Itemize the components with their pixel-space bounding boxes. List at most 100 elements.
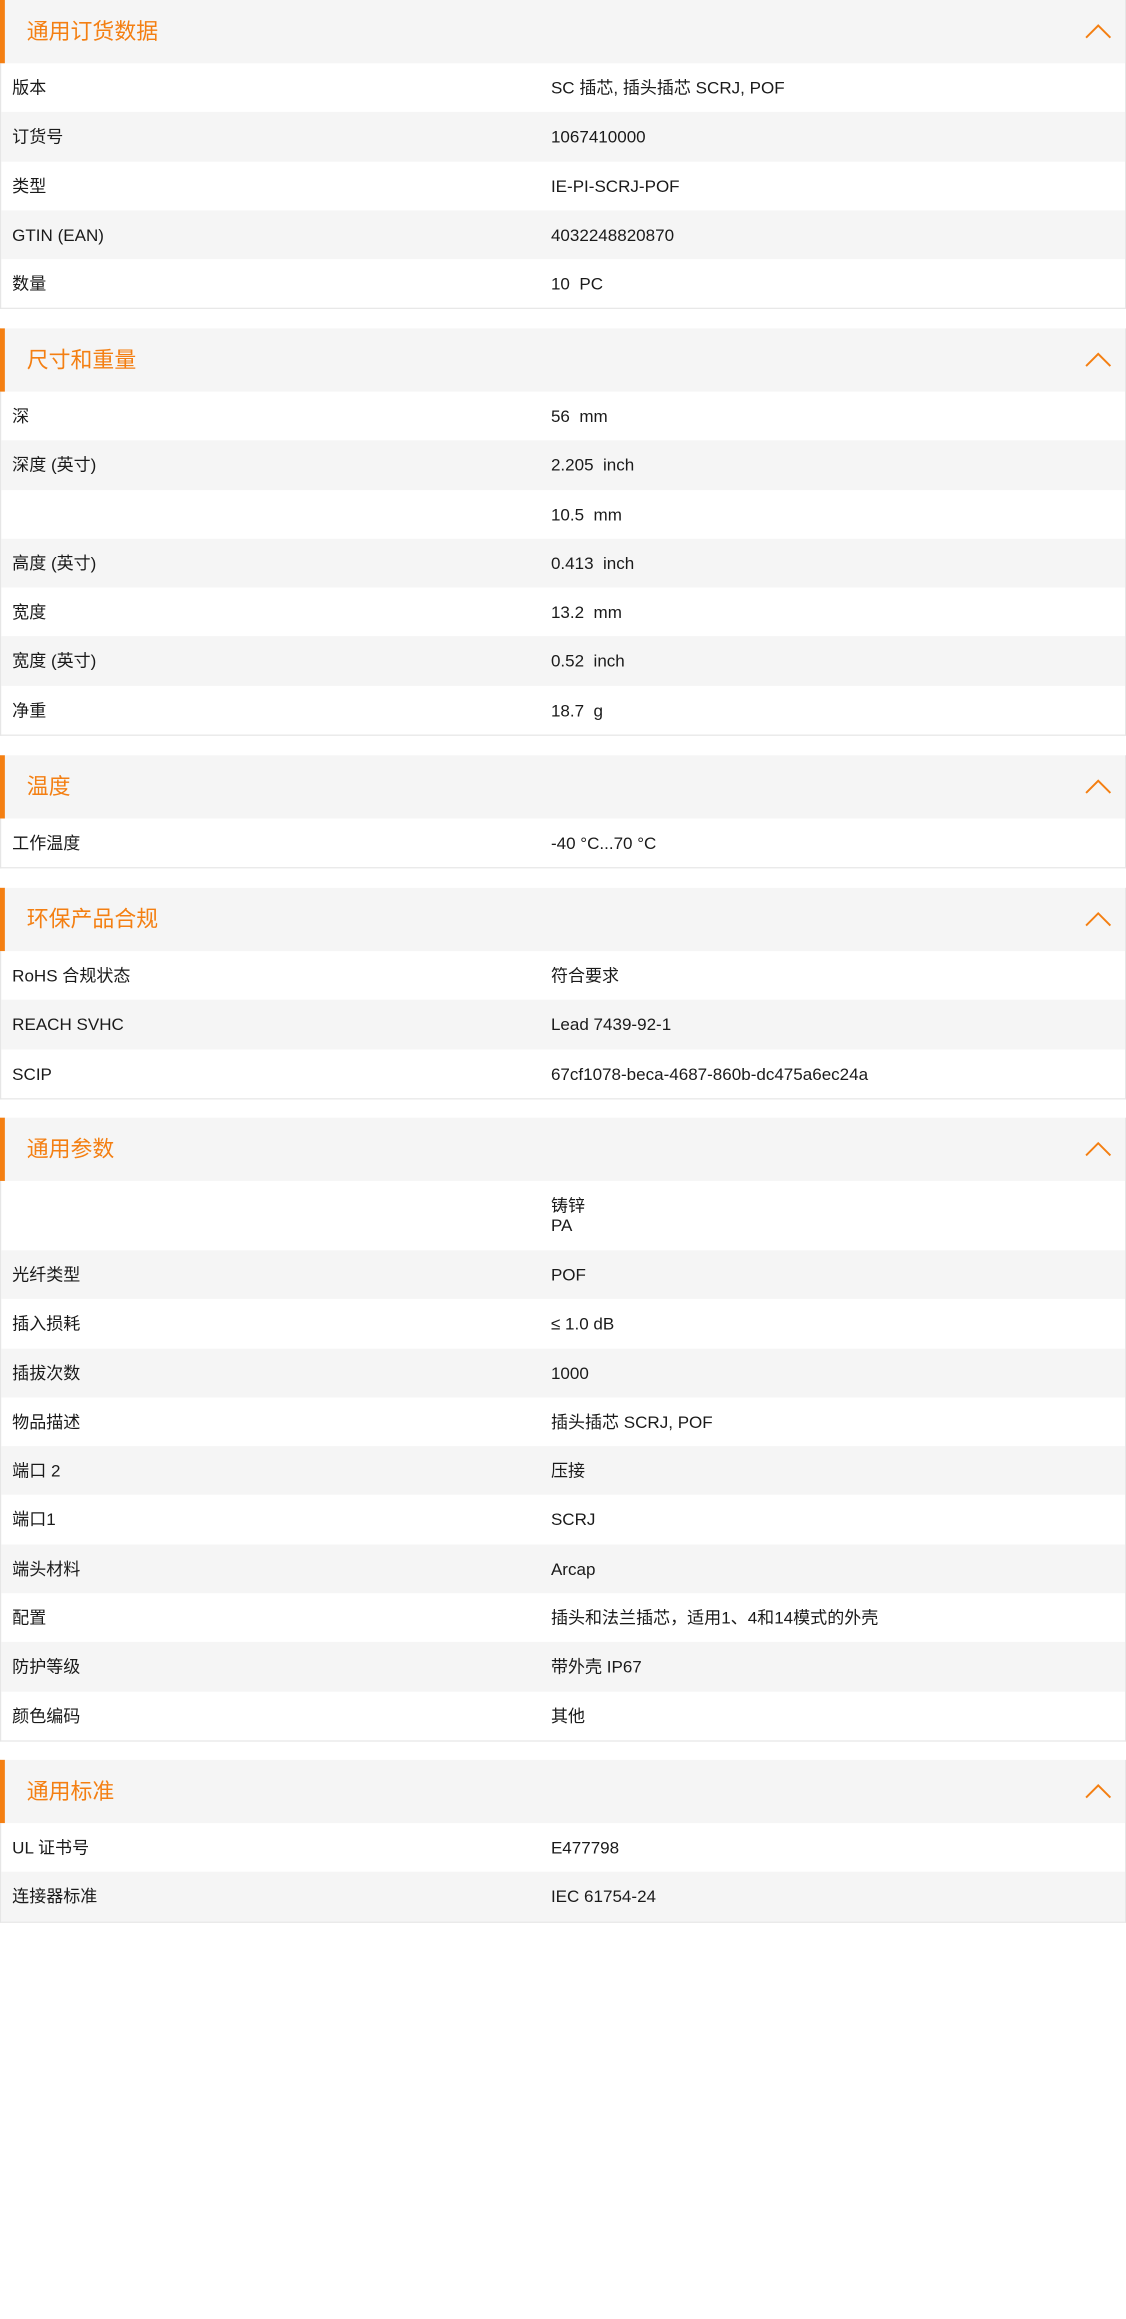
row-value: 铸锌 PA <box>550 1195 585 1235</box>
row-value: 1067410000 <box>550 126 646 147</box>
row-value: IE-PI-SCRJ-POF <box>550 175 680 196</box>
section-title: 尺寸和重量 <box>26 347 137 373</box>
section-temperature: 温度 工作温度 -40 °C...70 °C <box>0 755 1126 869</box>
spec-row: 插入损耗 ≤ 1.0 dB <box>1 1299 1125 1348</box>
spec-row: 连接器标准 IEC 61754-24 <box>1 1872 1125 1922</box>
row-label: 配置 <box>12 1607 47 1628</box>
row-label: 数量 <box>12 273 47 294</box>
chevron-up-icon[interactable] <box>1084 17 1113 46</box>
spec-row: 配置 插头和法兰插芯，适用1、4和14模式的外壳 <box>1 1593 1125 1642</box>
row-label: SCIP <box>12 1063 52 1084</box>
spec-row: 净重 18.7 g <box>1 686 1125 735</box>
row-value: 18.7 g <box>550 700 604 720</box>
spec-row: 物品描述 插头插芯 SCRJ, POF <box>1 1397 1125 1446</box>
row-label: 连接器标准 <box>12 1886 98 1907</box>
spec-row: 颜色编码 其他 <box>1 1691 1125 1740</box>
spec-row: 10.5 mm <box>1 490 1125 539</box>
row-label: 宽度 (英寸) <box>12 651 97 671</box>
row-value: 其他 <box>550 1705 585 1726</box>
row-label: 净重 <box>12 700 47 720</box>
spec-row: 订货号 1067410000 <box>1 112 1125 162</box>
row-label: REACH SVHC <box>12 1014 124 1035</box>
row-value: 2.205 inch <box>550 455 635 475</box>
spec-row: 数量 10 PC <box>1 259 1125 308</box>
row-value: 0.413 inch <box>550 553 635 573</box>
spec-row: REACH SVHC Lead 7439-92-1 <box>1 1000 1125 1050</box>
row-label: 深 <box>12 406 30 426</box>
row-value: 67cf1078-beca-4687-860b-dc475a6ec24a <box>550 1063 869 1084</box>
chevron-up-icon[interactable] <box>1084 905 1113 934</box>
row-label: 插入损耗 <box>12 1313 81 1334</box>
section-general-parameters: 通用参数 铸锌 PA 光纤类型 POF 插入损耗 ≤ 1.0 dB 插拔次数 1000… <box>0 1117 1126 1742</box>
spec-row: GTIN (EAN) 4032248820870 <box>1 210 1125 260</box>
row-label: RoHS 合规状态 <box>12 965 131 986</box>
spec-row: SCIP 67cf1078-beca-4687-860b-dc475a6ec24a <box>1 1049 1125 1098</box>
row-label: 类型 <box>12 175 47 196</box>
spec-row: 高度 (英寸) 0.413 inch <box>1 538 1125 588</box>
row-value: 带外壳 IP67 <box>550 1656 642 1677</box>
spec-row: 防护等级 带外壳 IP67 <box>1 1642 1125 1692</box>
row-value: 10.5 mm <box>550 504 622 524</box>
row-label: 版本 <box>12 77 47 98</box>
row-label: 深度 (英寸) <box>12 455 97 475</box>
row-value: POF <box>550 1264 586 1285</box>
row-label: 防护等级 <box>12 1656 81 1677</box>
section-environmental-compliance: 环保产品合规 RoHS 合规状态 符合要求 REACH SVHC Lead 7439… <box>0 887 1126 1100</box>
spec-row: 端口 2 压接 <box>1 1446 1125 1496</box>
spec-row: 深度 (英寸) 2.205 inch <box>1 440 1125 490</box>
spec-row: 插拔次数 1000 <box>1 1348 1125 1398</box>
chevron-up-icon[interactable] <box>1084 772 1113 801</box>
spec-row: 宽度 (英寸) 0.52 inch <box>1 636 1125 686</box>
row-value: 4032248820870 <box>550 224 675 245</box>
row-label: GTIN (EAN) <box>12 224 104 245</box>
section-general-standards: 通用标准 UL 证书号 E477798 连接器标准 IEC 61754-24 <box>0 1759 1126 1923</box>
row-label: 光纤类型 <box>12 1264 81 1285</box>
spec-row: UL 证书号 E477798 <box>1 1823 1125 1872</box>
row-label: 高度 (英寸) <box>12 553 97 573</box>
row-label: 宽度 <box>12 602 47 622</box>
section-header[interactable]: 环保产品合规 <box>0 887 1125 952</box>
section-header[interactable]: 尺寸和重量 <box>0 328 1125 392</box>
row-label: 物品描述 <box>12 1411 81 1432</box>
spec-page: 通用订货数据 版本 SC 插芯, 插头插芯 SCRJ, POF 订货号 106741… <box>0 0 1126 2319</box>
spec-row: RoHS 合规状态 符合要求 <box>1 951 1125 1000</box>
row-value: Arcap <box>550 1558 596 1579</box>
spec-row: 端头材料 Arcap <box>1 1544 1125 1594</box>
chevron-up-icon[interactable] <box>1084 345 1113 374</box>
row-value: E477798 <box>550 1837 620 1858</box>
row-value: 0.52 inch <box>550 651 625 671</box>
section-header[interactable]: 通用标准 <box>0 1759 1125 1824</box>
row-value: 10 PC <box>550 273 604 294</box>
section-header[interactable]: 温度 <box>0 755 1125 819</box>
row-value: IEC 61754-24 <box>550 1886 657 1907</box>
section-title: 通用参数 <box>26 1137 115 1162</box>
spec-row: 版本 SC 插芯, 插头插芯 SCRJ, POF <box>1 63 1125 112</box>
row-label: 插拔次数 <box>12 1362 81 1383</box>
row-label: 端口1 <box>12 1509 56 1530</box>
row-value: -40 °C...70 °C <box>550 833 657 853</box>
section-ordering-data: 通用订货数据 版本 SC 插芯, 插头插芯 SCRJ, POF 订货号 106741… <box>0 0 1126 310</box>
row-value: 1000 <box>550 1362 589 1383</box>
section-dimensions-weight: 尺寸和重量 深 56 mm 深度 (英寸) 2.205 inch 10.5 mm 高… <box>0 328 1126 736</box>
row-label: 订货号 <box>12 126 64 147</box>
section-title: 环保产品合规 <box>26 907 159 932</box>
row-value: SC 插芯, 插头插芯 SCRJ, POF <box>550 77 785 98</box>
row-label: 端口 2 <box>12 1460 61 1481</box>
spec-row: 深 56 mm <box>1 392 1125 441</box>
chevron-up-icon[interactable] <box>1084 1135 1113 1164</box>
spec-row: 宽度 13.2 mm <box>1 588 1125 637</box>
row-label: 端头材料 <box>12 1558 81 1579</box>
row-value: 压接 <box>550 1460 585 1481</box>
section-header[interactable]: 通用参数 <box>0 1117 1125 1181</box>
row-label: UL 证书号 <box>12 1837 90 1858</box>
row-label: 工作温度 <box>12 833 81 853</box>
row-value: ≤ 1.0 dB <box>550 1313 615 1334</box>
row-value: 插头和法兰插芯，适用1、4和14模式的外壳 <box>550 1607 879 1628</box>
section-header[interactable]: 通用订货数据 <box>0 0 1125 64</box>
row-value: 符合要求 <box>550 965 620 986</box>
section-title: 通用订货数据 <box>26 19 159 44</box>
section-title: 通用标准 <box>26 1779 115 1804</box>
chevron-up-icon[interactable] <box>1084 1777 1113 1806</box>
section-title: 温度 <box>26 774 71 800</box>
row-value: 13.2 mm <box>550 602 622 622</box>
